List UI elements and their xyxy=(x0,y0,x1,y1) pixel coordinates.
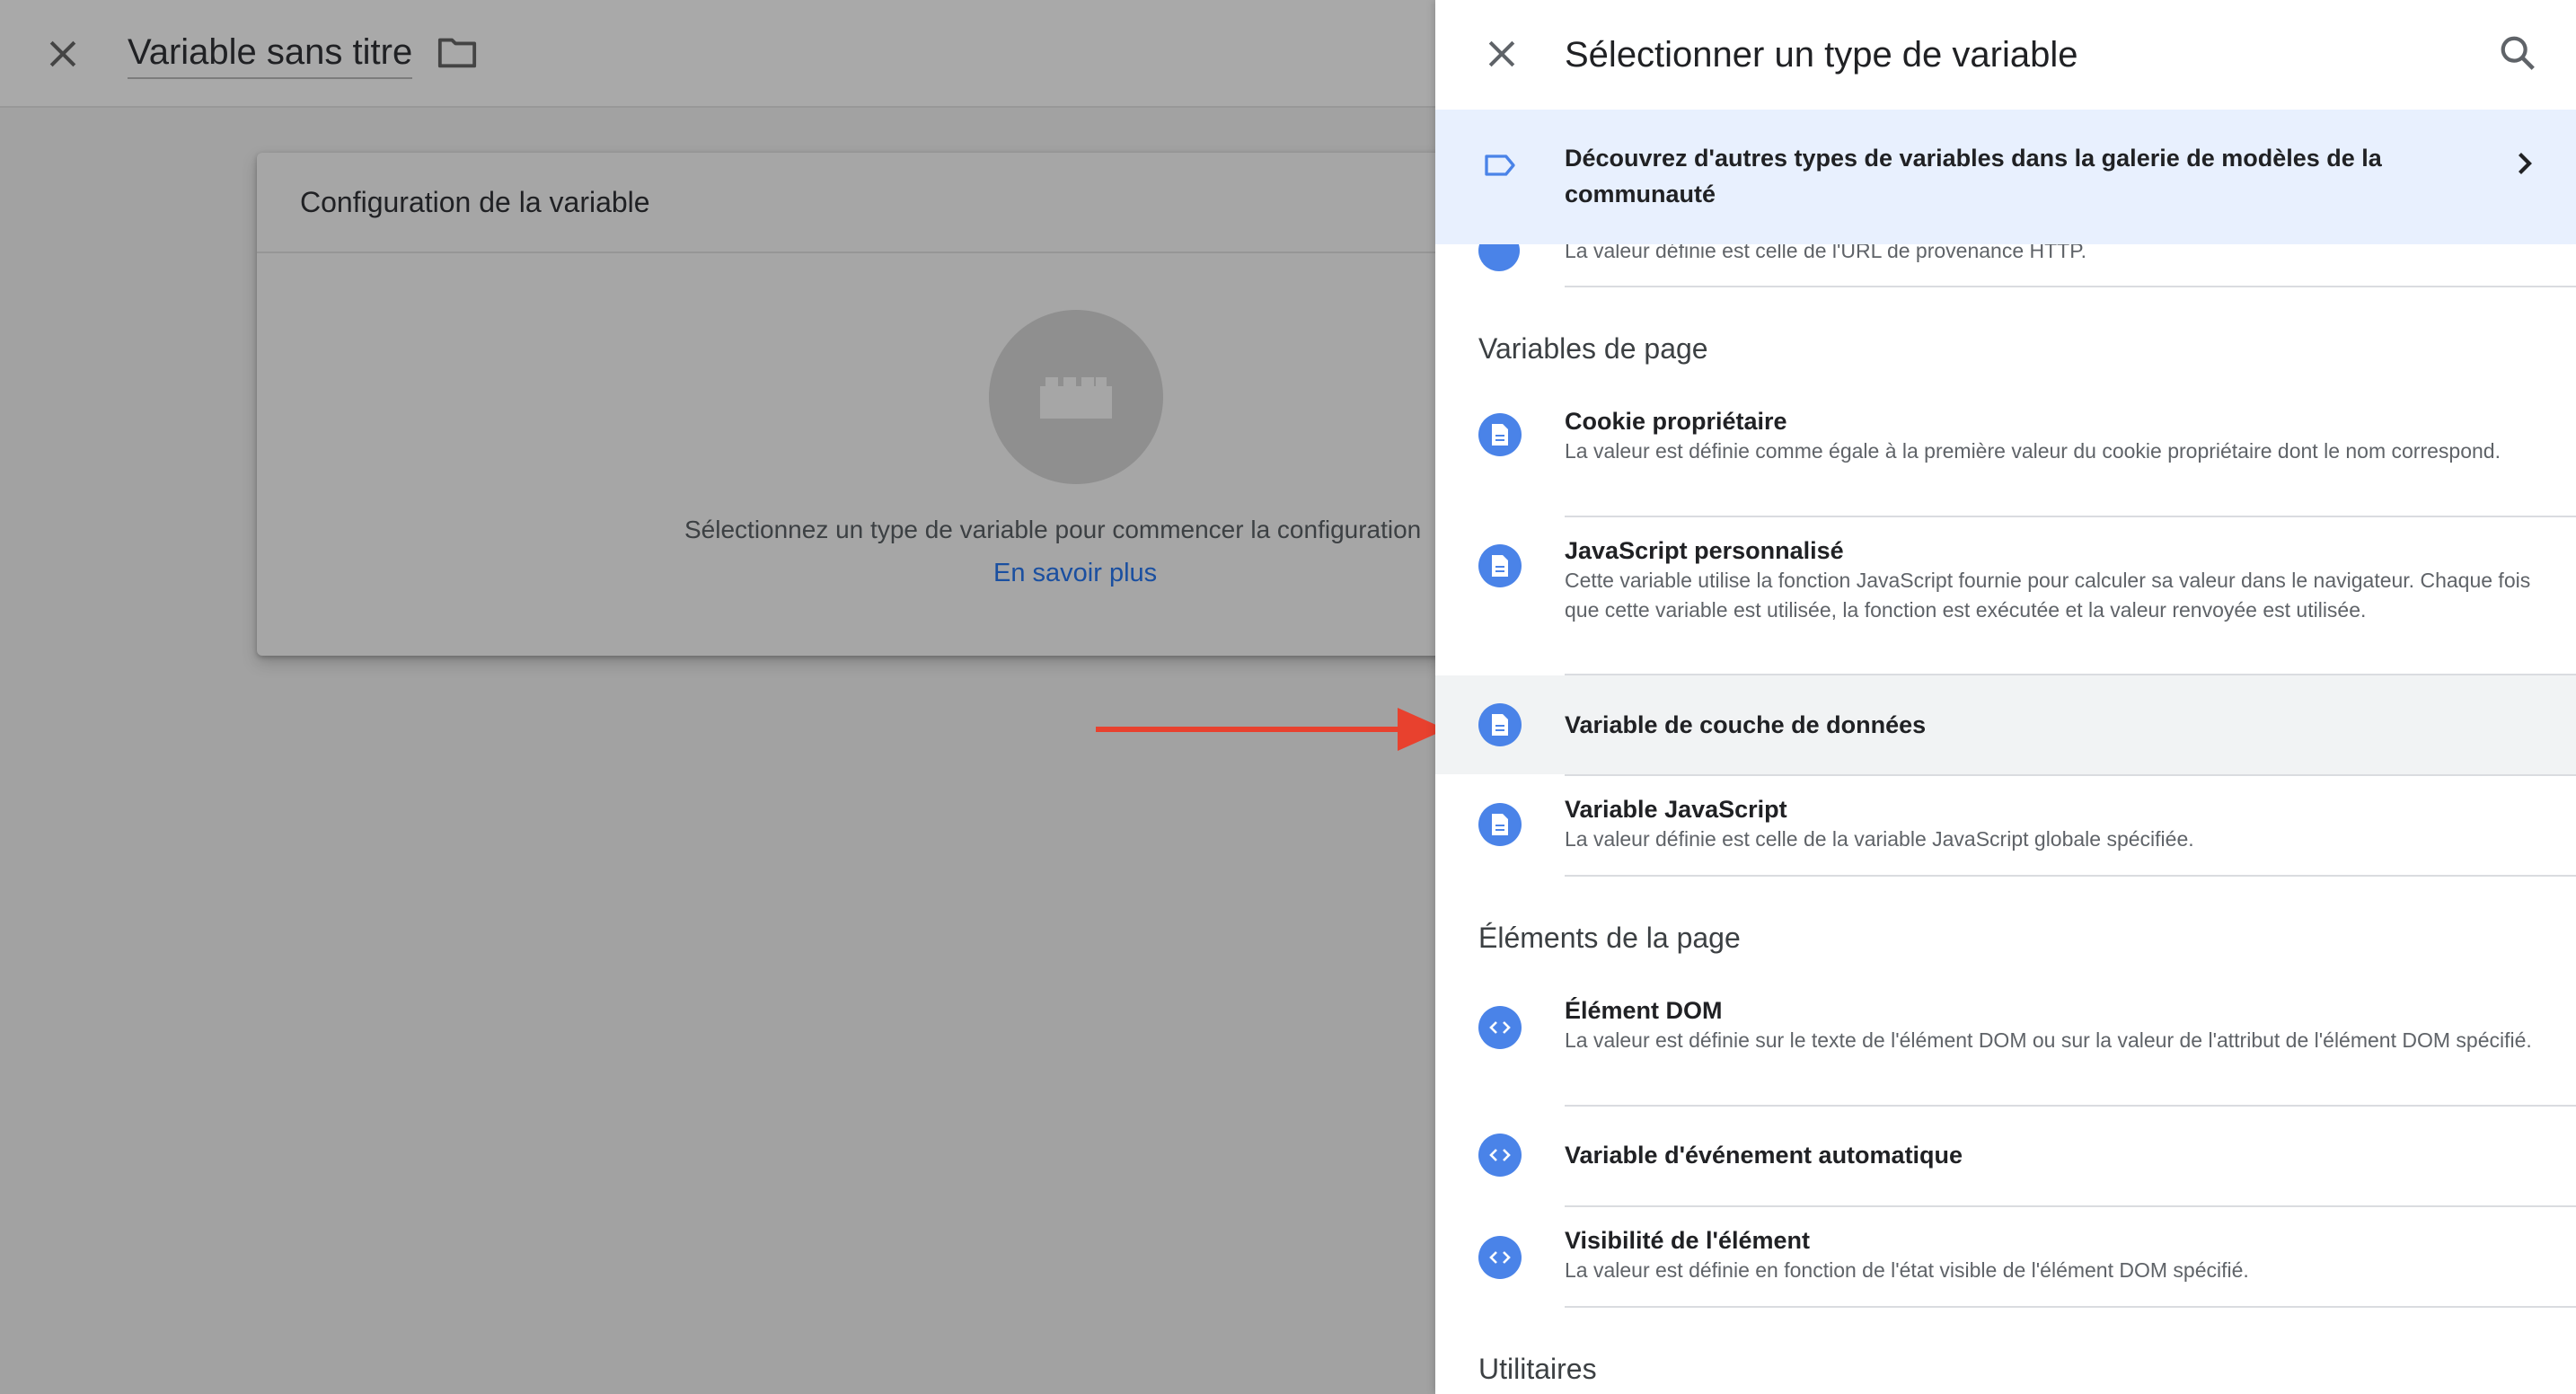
section-title-page-elements: Éléments de la page xyxy=(1478,922,1741,954)
red-arrow-annotation xyxy=(1096,708,1446,751)
item-description: La valeur est définie en fonction de l'é… xyxy=(1565,1258,2249,1282)
document-icon xyxy=(1478,803,1522,846)
item-name: Variable JavaScript xyxy=(1565,796,1787,823)
editor-header: Variable sans titre xyxy=(0,0,1437,108)
panel-header: Sélectionner un type de variable xyxy=(1435,0,2576,110)
item-description: Cette variable utilise la fonction JavaS… xyxy=(1565,569,2531,622)
panel-title: Sélectionner un type de variable xyxy=(1565,35,2078,75)
close-icon[interactable] xyxy=(1482,34,1522,74)
item-description: La valeur est définie comme égale à la p… xyxy=(1565,439,2501,463)
divider xyxy=(1565,1306,2576,1308)
item-name: JavaScript personnalisé xyxy=(1565,537,1844,564)
card-message: Sélectionnez un type de variable pour co… xyxy=(684,516,1422,543)
item-name: Élément DOM xyxy=(1565,997,1723,1024)
chevron-right-icon xyxy=(2519,153,2532,174)
list-item-auto-event-variable[interactable]: Variable d'événement automatique xyxy=(1435,1107,2576,1205)
section-title-utilities: Utilitaires xyxy=(1478,1353,1597,1385)
document-icon xyxy=(1478,544,1522,587)
list-item-javascript-variable[interactable]: Variable JavaScript La valeur définie es… xyxy=(1435,776,2576,875)
label-tag-icon xyxy=(1485,154,1515,176)
list-item-custom-javascript[interactable]: JavaScript personnalisé Cette variable u… xyxy=(1435,517,2576,674)
gallery-text: Découvrez d'autres types de variables da… xyxy=(1565,145,2382,207)
list-item-dom-element[interactable]: Élément DOM La valeur est définie sur le… xyxy=(1435,975,2576,1105)
document-icon xyxy=(1478,413,1522,456)
list-item-data-layer-variable[interactable]: Variable de couche de données xyxy=(1435,675,2576,774)
divider xyxy=(1565,875,2576,877)
variable-placeholder-icon xyxy=(989,310,1163,484)
section-title-page-variables: Variables de page xyxy=(1478,332,1708,365)
item-name: Variable de couche de données xyxy=(1565,711,1927,738)
variable-name-input[interactable]: Variable sans titre xyxy=(128,31,413,79)
brick-icon xyxy=(1040,377,1112,419)
search-icon[interactable] xyxy=(2497,32,2538,74)
card-heading: Configuration de la variable xyxy=(257,153,1460,253)
variable-type-panel: Sélectionner un type de variable Découvr… xyxy=(1435,0,2576,1394)
code-icon xyxy=(1478,1006,1522,1049)
item-description: La valeur est définie sur le texte de l'… xyxy=(1565,1028,2532,1052)
item-name: Variable d'événement automatique xyxy=(1565,1142,1963,1169)
item-name: Cookie propriétaire xyxy=(1565,408,1787,435)
folder-icon[interactable] xyxy=(437,34,478,70)
variable-configuration-card[interactable]: Configuration de la variable Sélectionne… xyxy=(257,153,1460,656)
list-item-cookie[interactable]: Cookie propriétaire La valeur est défini… xyxy=(1435,386,2576,516)
close-icon[interactable] xyxy=(43,34,83,74)
item-description: La valeur définie est celle de la variab… xyxy=(1565,827,2194,851)
code-icon xyxy=(1478,1134,1522,1177)
document-icon xyxy=(1478,703,1522,746)
code-icon xyxy=(1478,1236,1522,1279)
list-item-element-visibility[interactable]: Visibilité de l'élément La valeur est dé… xyxy=(1435,1207,2576,1306)
item-name: Visibilité de l'élément xyxy=(1565,1227,1811,1254)
community-gallery-banner[interactable]: Découvrez d'autres types de variables da… xyxy=(1435,110,2576,244)
learn-more-link[interactable]: En savoir plus xyxy=(993,559,1157,588)
